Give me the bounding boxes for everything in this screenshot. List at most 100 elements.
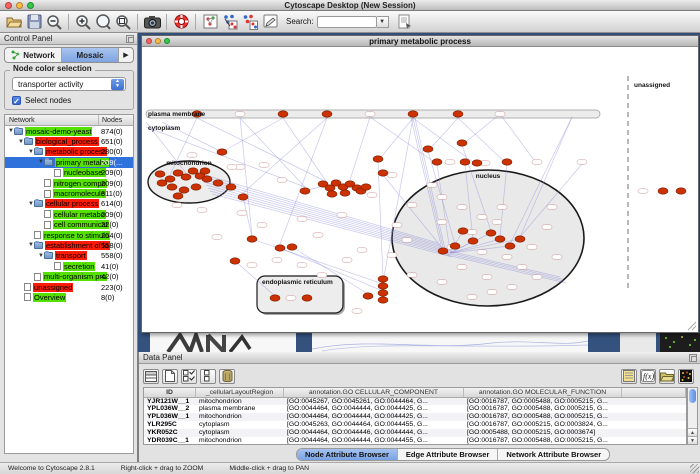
network-node[interactable] xyxy=(340,190,350,196)
network-node[interactable] xyxy=(676,188,686,194)
network-window-titlebar[interactable]: primary metabolic process xyxy=(142,36,698,47)
scroll-down-icon[interactable]: ▼ xyxy=(688,436,697,444)
network-node[interactable] xyxy=(230,258,240,264)
network-node[interactable] xyxy=(457,140,467,146)
network-node[interactable] xyxy=(423,146,433,152)
delete-attribute-button[interactable] xyxy=(219,369,235,384)
table-cell[interactable]: mitochondrion xyxy=(196,413,284,421)
table-cell[interactable]: [GO:0016787, GO:0005488, GO:0005215, G..… xyxy=(464,405,622,413)
table-cell[interactable]: YPL036W__1 xyxy=(144,413,196,421)
column-header[interactable]: _cellularLayoutRegion xyxy=(196,388,284,397)
network-node[interactable] xyxy=(408,111,418,117)
table-cell[interactable]: [GO:0045263, GO:0044464, GO:0044455, G..… xyxy=(284,421,464,429)
tree-row[interactable]: ▼transport558(0) xyxy=(5,251,133,261)
tab-node-attribute-browser[interactable]: Node Attribute Browser xyxy=(297,449,398,460)
network-node[interactable] xyxy=(378,283,388,289)
zoom-out-button[interactable] xyxy=(44,12,64,31)
tree-row[interactable]: response to stimulu264(0) xyxy=(5,230,133,240)
scrollbar-thumb[interactable] xyxy=(689,389,696,403)
node-color-dropdown[interactable]: transporter activity ▲▼ xyxy=(12,77,126,91)
table-row[interactable]: YLR295Ccytoplasm[GO:0045263, GO:0044464,… xyxy=(144,421,686,429)
network-node[interactable] xyxy=(247,236,257,242)
table-cell[interactable]: [GO:0016787, GO:0005488, GO:0005215, G..… xyxy=(464,437,622,445)
tab-mosaic[interactable]: Mosaic xyxy=(62,48,119,62)
network-node[interactable] xyxy=(202,176,212,182)
snapshot-camera-button[interactable] xyxy=(142,12,162,31)
network-node[interactable] xyxy=(450,243,460,249)
network-node[interactable] xyxy=(495,236,505,242)
zoom-selected-button[interactable] xyxy=(93,12,113,31)
table-cell[interactable]: [GO:0016787, GO:0005488, GO:0005215, G..… xyxy=(464,398,622,406)
table-cell[interactable]: plasma membrane xyxy=(196,405,284,413)
background-window[interactable] xyxy=(620,333,656,352)
search-dropdown-icon[interactable]: ▼ xyxy=(377,16,389,28)
import-folder-button[interactable] xyxy=(659,369,675,384)
table-row[interactable]: YDR039C__1mitochondrion[GO:0044464, GO:0… xyxy=(144,437,686,445)
float-panel-icon[interactable] xyxy=(689,354,697,362)
column-header[interactable]: annotation.GO MOLECULAR_FUNCTION xyxy=(464,388,622,397)
network-node[interactable] xyxy=(278,111,288,117)
column-header[interactable]: annotation.GO CELLULAR_COMPONENT xyxy=(284,388,464,397)
table-cell[interactable]: mitochondrion xyxy=(196,437,284,445)
network-node[interactable] xyxy=(188,168,198,174)
close-icon[interactable] xyxy=(146,38,152,44)
network-node[interactable] xyxy=(438,248,448,254)
vizmapper-button[interactable] xyxy=(220,12,240,31)
network-node[interactable] xyxy=(432,159,442,165)
tree-column-nodes[interactable]: Nodes xyxy=(99,115,133,125)
tab-network-attribute-browser[interactable]: Network Attribute Browser xyxy=(498,449,609,460)
network-node[interactable] xyxy=(226,184,236,190)
table-cell[interactable]: YKR052C xyxy=(144,429,196,437)
network-node[interactable] xyxy=(287,244,297,250)
table-scrollbar[interactable]: ▲ ▼ xyxy=(687,387,698,445)
table-cell[interactable]: [GO:0044464, GO:0044446, GO:0044444, G..… xyxy=(284,429,464,437)
network-node[interactable] xyxy=(505,243,515,249)
network-node[interactable] xyxy=(200,168,210,174)
table-cell[interactable]: YDR039C__1 xyxy=(144,437,196,445)
table-row[interactable]: YJR121W__1mitochondrion[GO:0045267, GO:0… xyxy=(144,398,686,406)
background-window[interactable] xyxy=(312,333,588,352)
filter-network-button[interactable] xyxy=(240,12,260,31)
tree-row[interactable]: Overview8(0) xyxy=(5,292,133,302)
tree-row[interactable]: cellular metabo209(0) xyxy=(5,209,133,219)
network-node[interactable] xyxy=(363,293,373,299)
minimize-window-icon[interactable] xyxy=(16,2,23,9)
column-header[interactable]: ID xyxy=(144,388,196,397)
network-node[interactable] xyxy=(378,290,388,296)
maximize-icon[interactable] xyxy=(164,38,170,44)
network-node[interactable] xyxy=(157,180,167,186)
annotation-button[interactable] xyxy=(260,12,280,31)
network-node[interactable] xyxy=(217,149,227,155)
formula-fx-button[interactable]: f(x) xyxy=(640,369,656,384)
network-node[interactable] xyxy=(322,111,332,117)
resize-grip[interactable] xyxy=(690,464,699,473)
network-node[interactable] xyxy=(275,245,285,251)
table-cell[interactable]: cytoplasm xyxy=(196,429,284,437)
scroll-up-icon[interactable]: ▲ xyxy=(688,428,697,436)
network-canvas[interactable]: plasma membranecytoplasmmitochondrionnuc… xyxy=(142,47,698,332)
zoom-in-button[interactable] xyxy=(73,12,93,31)
tree-row[interactable]: ▼primary metabo209(... xyxy=(5,157,133,167)
background-window[interactable] xyxy=(150,333,296,352)
background-window[interactable] xyxy=(660,333,700,352)
zoom-window-icon[interactable] xyxy=(27,2,34,9)
tree-row[interactable]: multi-organism pro42(0) xyxy=(5,271,133,281)
tree-row[interactable]: ▼metabolic process280(0) xyxy=(5,147,133,157)
network-node[interactable] xyxy=(502,159,512,165)
search-config-button[interactable] xyxy=(395,12,415,31)
network-node[interactable] xyxy=(458,228,468,234)
table-cell[interactable]: YPL036W__2 xyxy=(144,405,196,413)
network-overview-button[interactable] xyxy=(200,12,220,31)
network-node[interactable] xyxy=(378,170,388,176)
network-node[interactable] xyxy=(373,156,383,162)
table-cell[interactable]: cytoplasm xyxy=(196,421,284,429)
network-node[interactable] xyxy=(302,295,312,301)
attribute-table-button[interactable] xyxy=(143,369,159,384)
table-cell[interactable]: [GO:0044464, GO:0044444, GO:0044425, G..… xyxy=(284,405,464,413)
window-controls[interactable] xyxy=(5,2,34,9)
table-cell[interactable]: [GO:0016787, GO:0005215, GO:0003824, G..… xyxy=(464,421,622,429)
network-node[interactable] xyxy=(155,171,165,177)
network-node[interactable] xyxy=(327,191,337,197)
network-window-controls[interactable] xyxy=(146,38,170,44)
tree-row[interactable]: nucleobase-209(0) xyxy=(5,168,133,178)
